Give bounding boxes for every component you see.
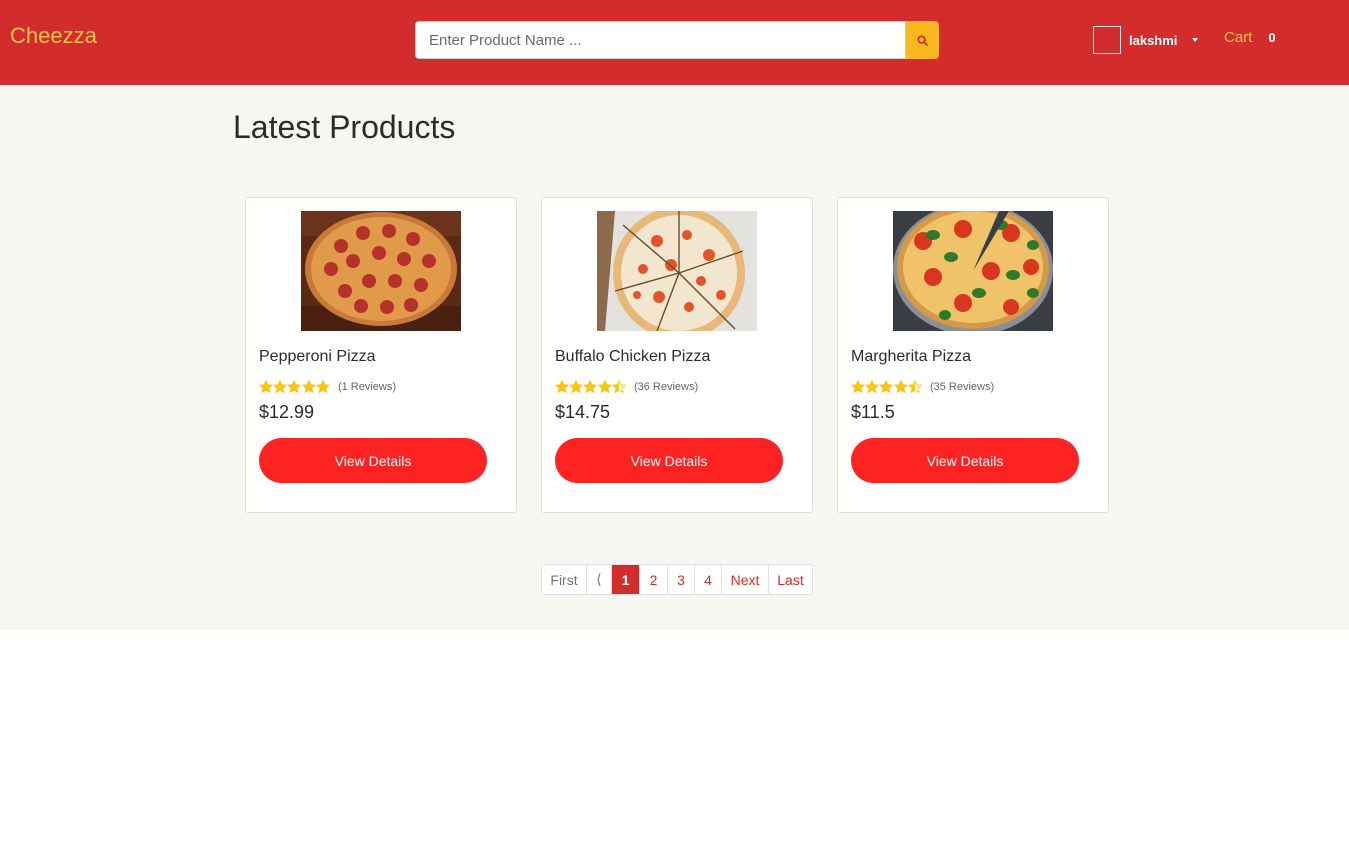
star-icon [893, 380, 908, 394]
product-rating: (1 Reviews) [259, 380, 396, 394]
cart-label: Cart [1224, 29, 1253, 46]
user-menu[interactable]: lakshmi [1093, 26, 1199, 54]
page-1-button[interactable]: 1 [612, 565, 640, 594]
star-icon [583, 380, 598, 394]
product-rating: (36 Reviews) [555, 380, 698, 394]
star-icon [555, 380, 569, 394]
star-icon [879, 380, 894, 394]
page-next-button[interactable]: Next [722, 565, 769, 594]
product-card: Margherita Pizza (35 Reviews) $11.5 View… [837, 197, 1109, 513]
product-card: Buffalo Chicken Pizza (36 Reviews) $14.7… [541, 197, 813, 513]
product-name[interactable]: Buffalo Chicken Pizza [555, 348, 710, 366]
product-rating: (35 Reviews) [851, 380, 994, 394]
star-icon [865, 380, 880, 394]
page-2-button[interactable]: 2 [640, 565, 668, 594]
star-icon [907, 380, 922, 394]
star-icon [597, 380, 612, 394]
rating-stars [851, 380, 922, 394]
pagination: First ⟨ 1 2 3 4 Next Last [541, 564, 813, 595]
star-icon [851, 380, 865, 394]
page-title: Latest Products [233, 109, 456, 145]
avatar [1093, 26, 1121, 54]
star-icon [301, 380, 316, 394]
brand-logo[interactable]: Cheezza [10, 23, 97, 49]
username: lakshmi [1129, 32, 1178, 48]
product-name[interactable]: Margherita Pizza [851, 348, 971, 366]
navbar: Cheezza lakshmi Cart 0 [0, 0, 1349, 85]
cart-link[interactable]: Cart 0 [1224, 29, 1276, 46]
pepperoni-pizza-image[interactable] [301, 211, 461, 331]
view-details-button[interactable]: View Details [851, 438, 1079, 483]
star-icon [611, 380, 626, 394]
product-name[interactable]: Pepperoni Pizza [259, 348, 376, 366]
review-count: (36 Reviews) [633, 381, 699, 393]
page-4-button[interactable]: 4 [695, 565, 722, 594]
review-count: (1 Reviews) [337, 381, 397, 393]
chevron-down-icon [1192, 38, 1199, 42]
review-count: (35 Reviews) [929, 381, 995, 393]
buffalo-chicken-pizza-image[interactable] [597, 211, 757, 331]
page-prev-button[interactable]: ⟨ [587, 565, 612, 594]
star-icon [273, 380, 288, 394]
product-price: $14.75 [555, 402, 611, 422]
page-last-button[interactable]: Last [769, 565, 812, 594]
star-icon [315, 380, 330, 394]
search-input[interactable] [415, 21, 906, 59]
view-details-button[interactable]: View Details [555, 438, 783, 483]
star-icon [259, 380, 273, 394]
search-icon [917, 34, 928, 46]
view-details-button[interactable]: View Details [259, 438, 487, 483]
star-icon [287, 380, 302, 394]
main-content: Latest Products Pepperoni Pizza (1 Revie… [0, 85, 1349, 630]
margherita-pizza-image[interactable] [893, 211, 1053, 331]
cart-count: 0 [1268, 30, 1276, 45]
page-3-button[interactable]: 3 [668, 565, 695, 594]
product-card: Pepperoni Pizza (1 Reviews) $12.99 View … [245, 197, 517, 513]
page-first-button[interactable]: First [542, 565, 587, 594]
rating-stars [259, 380, 330, 394]
star-icon [569, 380, 584, 394]
rating-stars [555, 380, 626, 394]
search-button[interactable] [906, 21, 939, 59]
product-price: $11.5 [851, 402, 895, 422]
product-price: $12.99 [259, 402, 315, 422]
search-form [415, 21, 939, 59]
